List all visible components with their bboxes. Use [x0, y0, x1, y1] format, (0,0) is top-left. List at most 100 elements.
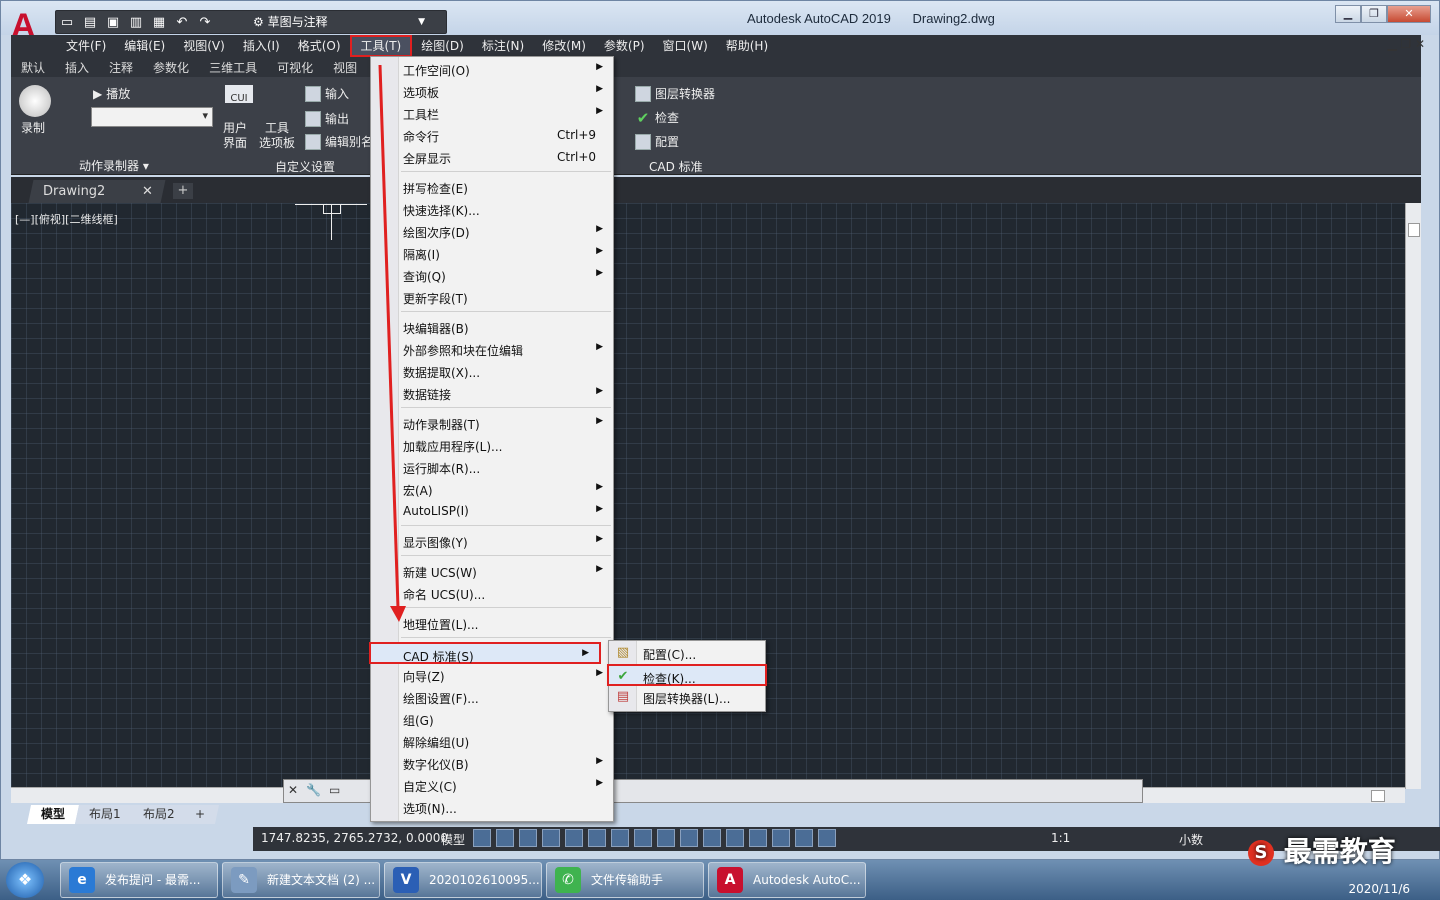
record-label[interactable]: 录制: [21, 121, 45, 136]
new-tab-button[interactable]: +: [173, 183, 193, 199]
edit-alias-button[interactable]: 编辑别名: [305, 133, 373, 150]
taskbar-item-wechat[interactable]: ✆ 文件传输助手: [546, 862, 704, 898]
play-button[interactable]: ▶ 播放: [93, 85, 130, 102]
print-icon[interactable]: ▦: [149, 14, 169, 32]
menu-item-4[interactable]: 全屏显示 Ctrl+0: [371, 146, 613, 168]
file-tab-drawing2[interactable]: Drawing2 ✕: [28, 180, 166, 203]
selection-filter-icon[interactable]: [726, 829, 744, 847]
menu-item-6[interactable]: 拼写检查(E): [371, 176, 613, 198]
model-space-toggle[interactable]: 模型: [441, 831, 465, 848]
polar-icon[interactable]: [542, 829, 560, 847]
menu-item-0[interactable]: 工作空间(O) ▶: [371, 58, 613, 80]
osnap-icon[interactable]: [565, 829, 583, 847]
menu-item-13[interactable]: 块编辑器(B): [371, 316, 613, 338]
close-tab-icon[interactable]: ✕: [142, 180, 153, 203]
menu-item-20[interactable]: 运行脚本(R)...: [371, 456, 613, 478]
taskbar-item-browser[interactable]: e 发布提问 - 最需...: [60, 862, 218, 898]
menu-item-16[interactable]: 数据链接 ▶: [371, 382, 613, 404]
menu-item-29[interactable]: 地理位置(L)...: [371, 612, 613, 634]
menu-item-32[interactable]: 向导(Z) ▶: [371, 664, 613, 686]
menu-item-19[interactable]: 加载应用程序(L)...: [371, 434, 613, 456]
menu-insert[interactable]: 插入(I): [234, 35, 289, 57]
dynamic-ucs-icon[interactable]: [703, 829, 721, 847]
lineweight-icon[interactable]: [611, 829, 629, 847]
undo-icon[interactable]: ↶: [172, 14, 192, 32]
mdi-window-controls[interactable]: ▁ ❐ ✕: [1387, 37, 1425, 51]
tool-palettes-button[interactable]: 工具 选项板: [259, 121, 295, 151]
taskbar-item-autocad[interactable]: A Autodesk AutoC...: [708, 862, 866, 898]
action-recorder-panel-label[interactable]: 动作录制器 ▾: [79, 157, 149, 174]
menu-draw[interactable]: 绘图(D): [412, 35, 473, 57]
menu-item-7[interactable]: 快速选择(K)...: [371, 198, 613, 220]
menu-item-22[interactable]: AutoLISP(I) ▶: [371, 500, 613, 522]
add-layout-button[interactable]: +: [180, 805, 220, 824]
transparency-icon[interactable]: [634, 829, 652, 847]
annotation-scale[interactable]: 1:1: [1051, 831, 1070, 845]
tab-insert[interactable]: 插入: [55, 57, 99, 79]
taskbar-item-notepad[interactable]: ✎ 新建文本文档 (2) ...: [222, 862, 380, 898]
command-prompt-icon[interactable]: ▭: [329, 783, 340, 797]
tab-annotate[interactable]: 注释: [99, 57, 143, 79]
configure-button[interactable]: 配置: [635, 133, 679, 150]
annotation-scale-icon[interactable]: [818, 829, 836, 847]
menu-window[interactable]: 窗口(W): [654, 35, 717, 57]
tab-model[interactable]: 模型: [26, 805, 80, 824]
tab-layout1[interactable]: 布局1: [74, 805, 135, 824]
menu-item-34[interactable]: 组(G): [371, 708, 613, 730]
tab-3d-tools[interactable]: 三维工具: [199, 57, 267, 79]
menu-item-38[interactable]: 选项(N)...: [371, 796, 613, 818]
menu-item-8[interactable]: 绘图次序(D) ▶: [371, 220, 613, 242]
check-button[interactable]: ✔ 检查: [635, 109, 679, 126]
tab-visualize[interactable]: 可视化: [267, 57, 323, 79]
selection-cycling-icon[interactable]: [657, 829, 675, 847]
menu-parametric[interactable]: 参数(P): [595, 35, 654, 57]
tab-view[interactable]: 视图: [323, 57, 367, 79]
menu-modify[interactable]: 修改(M): [533, 35, 595, 57]
3d-osnap-icon[interactable]: [680, 829, 698, 847]
menu-item-26[interactable]: 新建 UCS(W) ▶: [371, 560, 613, 582]
menu-item-3[interactable]: 命令行 Ctrl+9: [371, 124, 613, 146]
menu-item-9[interactable]: 隔离(I) ▶: [371, 242, 613, 264]
menu-item-18[interactable]: 动作录制器(T) ▶: [371, 412, 613, 434]
record-icon[interactable]: [19, 85, 51, 117]
submenu-item-1[interactable]: ✔ 检查(K)...: [607, 664, 767, 686]
ortho-icon[interactable]: [519, 829, 537, 847]
auto-scale-icon[interactable]: [795, 829, 813, 847]
workspace-dropdown[interactable]: ⚙ 草图与注释 ▼: [249, 12, 429, 32]
scroll-thumb-h[interactable]: [1371, 790, 1385, 802]
submenu-item-0[interactable]: ▧ 配置(C)...: [609, 642, 765, 664]
close-button[interactable]: ✕: [1387, 5, 1431, 23]
layer-translator-button[interactable]: 图层转换器: [635, 85, 715, 102]
menu-item-14[interactable]: 外部参照和块在位编辑 ▶: [371, 338, 613, 360]
menu-view[interactable]: 视图(V): [174, 35, 234, 57]
snap-icon[interactable]: [496, 829, 514, 847]
menu-item-11[interactable]: 更新字段(T): [371, 286, 613, 308]
menu-file[interactable]: 文件(F): [57, 35, 115, 57]
tab-parametric[interactable]: 参数化: [143, 57, 199, 79]
drawing-canvas[interactable]: [11, 203, 1405, 803]
menu-item-10[interactable]: 查询(Q) ▶: [371, 264, 613, 286]
save-icon[interactable]: ▣: [103, 14, 123, 32]
menu-item-27[interactable]: 命名 UCS(U)...: [371, 582, 613, 604]
menu-item-24[interactable]: 显示图像(Y) ▶: [371, 530, 613, 552]
menu-item-37[interactable]: 自定义(C) ▶: [371, 774, 613, 796]
scroll-thumb[interactable]: [1408, 223, 1420, 237]
start-button[interactable]: ❖: [6, 862, 44, 898]
menu-item-35[interactable]: 解除编组(U): [371, 730, 613, 752]
clock-date[interactable]: 2020/11/6: [1348, 882, 1410, 896]
vertical-scrollbar[interactable]: [1405, 203, 1421, 789]
macro-dropdown[interactable]: [91, 107, 213, 127]
menu-dimension[interactable]: 标注(N): [473, 35, 533, 57]
minimize-button[interactable]: ▁: [1335, 5, 1361, 23]
save-as-icon[interactable]: ▥: [126, 14, 146, 32]
menu-item-1[interactable]: 选项板 ▶: [371, 80, 613, 102]
menu-help[interactable]: 帮助(H): [717, 35, 777, 57]
units-selector[interactable]: 小数: [1179, 831, 1203, 848]
redo-icon[interactable]: ↷: [195, 14, 215, 32]
maximize-button[interactable]: ❐: [1361, 5, 1387, 23]
wrench-icon[interactable]: 🔧: [306, 783, 321, 797]
annotation-visibility-icon[interactable]: [772, 829, 790, 847]
grid-icon[interactable]: [473, 829, 491, 847]
submenu-item-2[interactable]: ▤ 图层转换器(L)...: [609, 686, 765, 708]
gizmo-icon[interactable]: [749, 829, 767, 847]
